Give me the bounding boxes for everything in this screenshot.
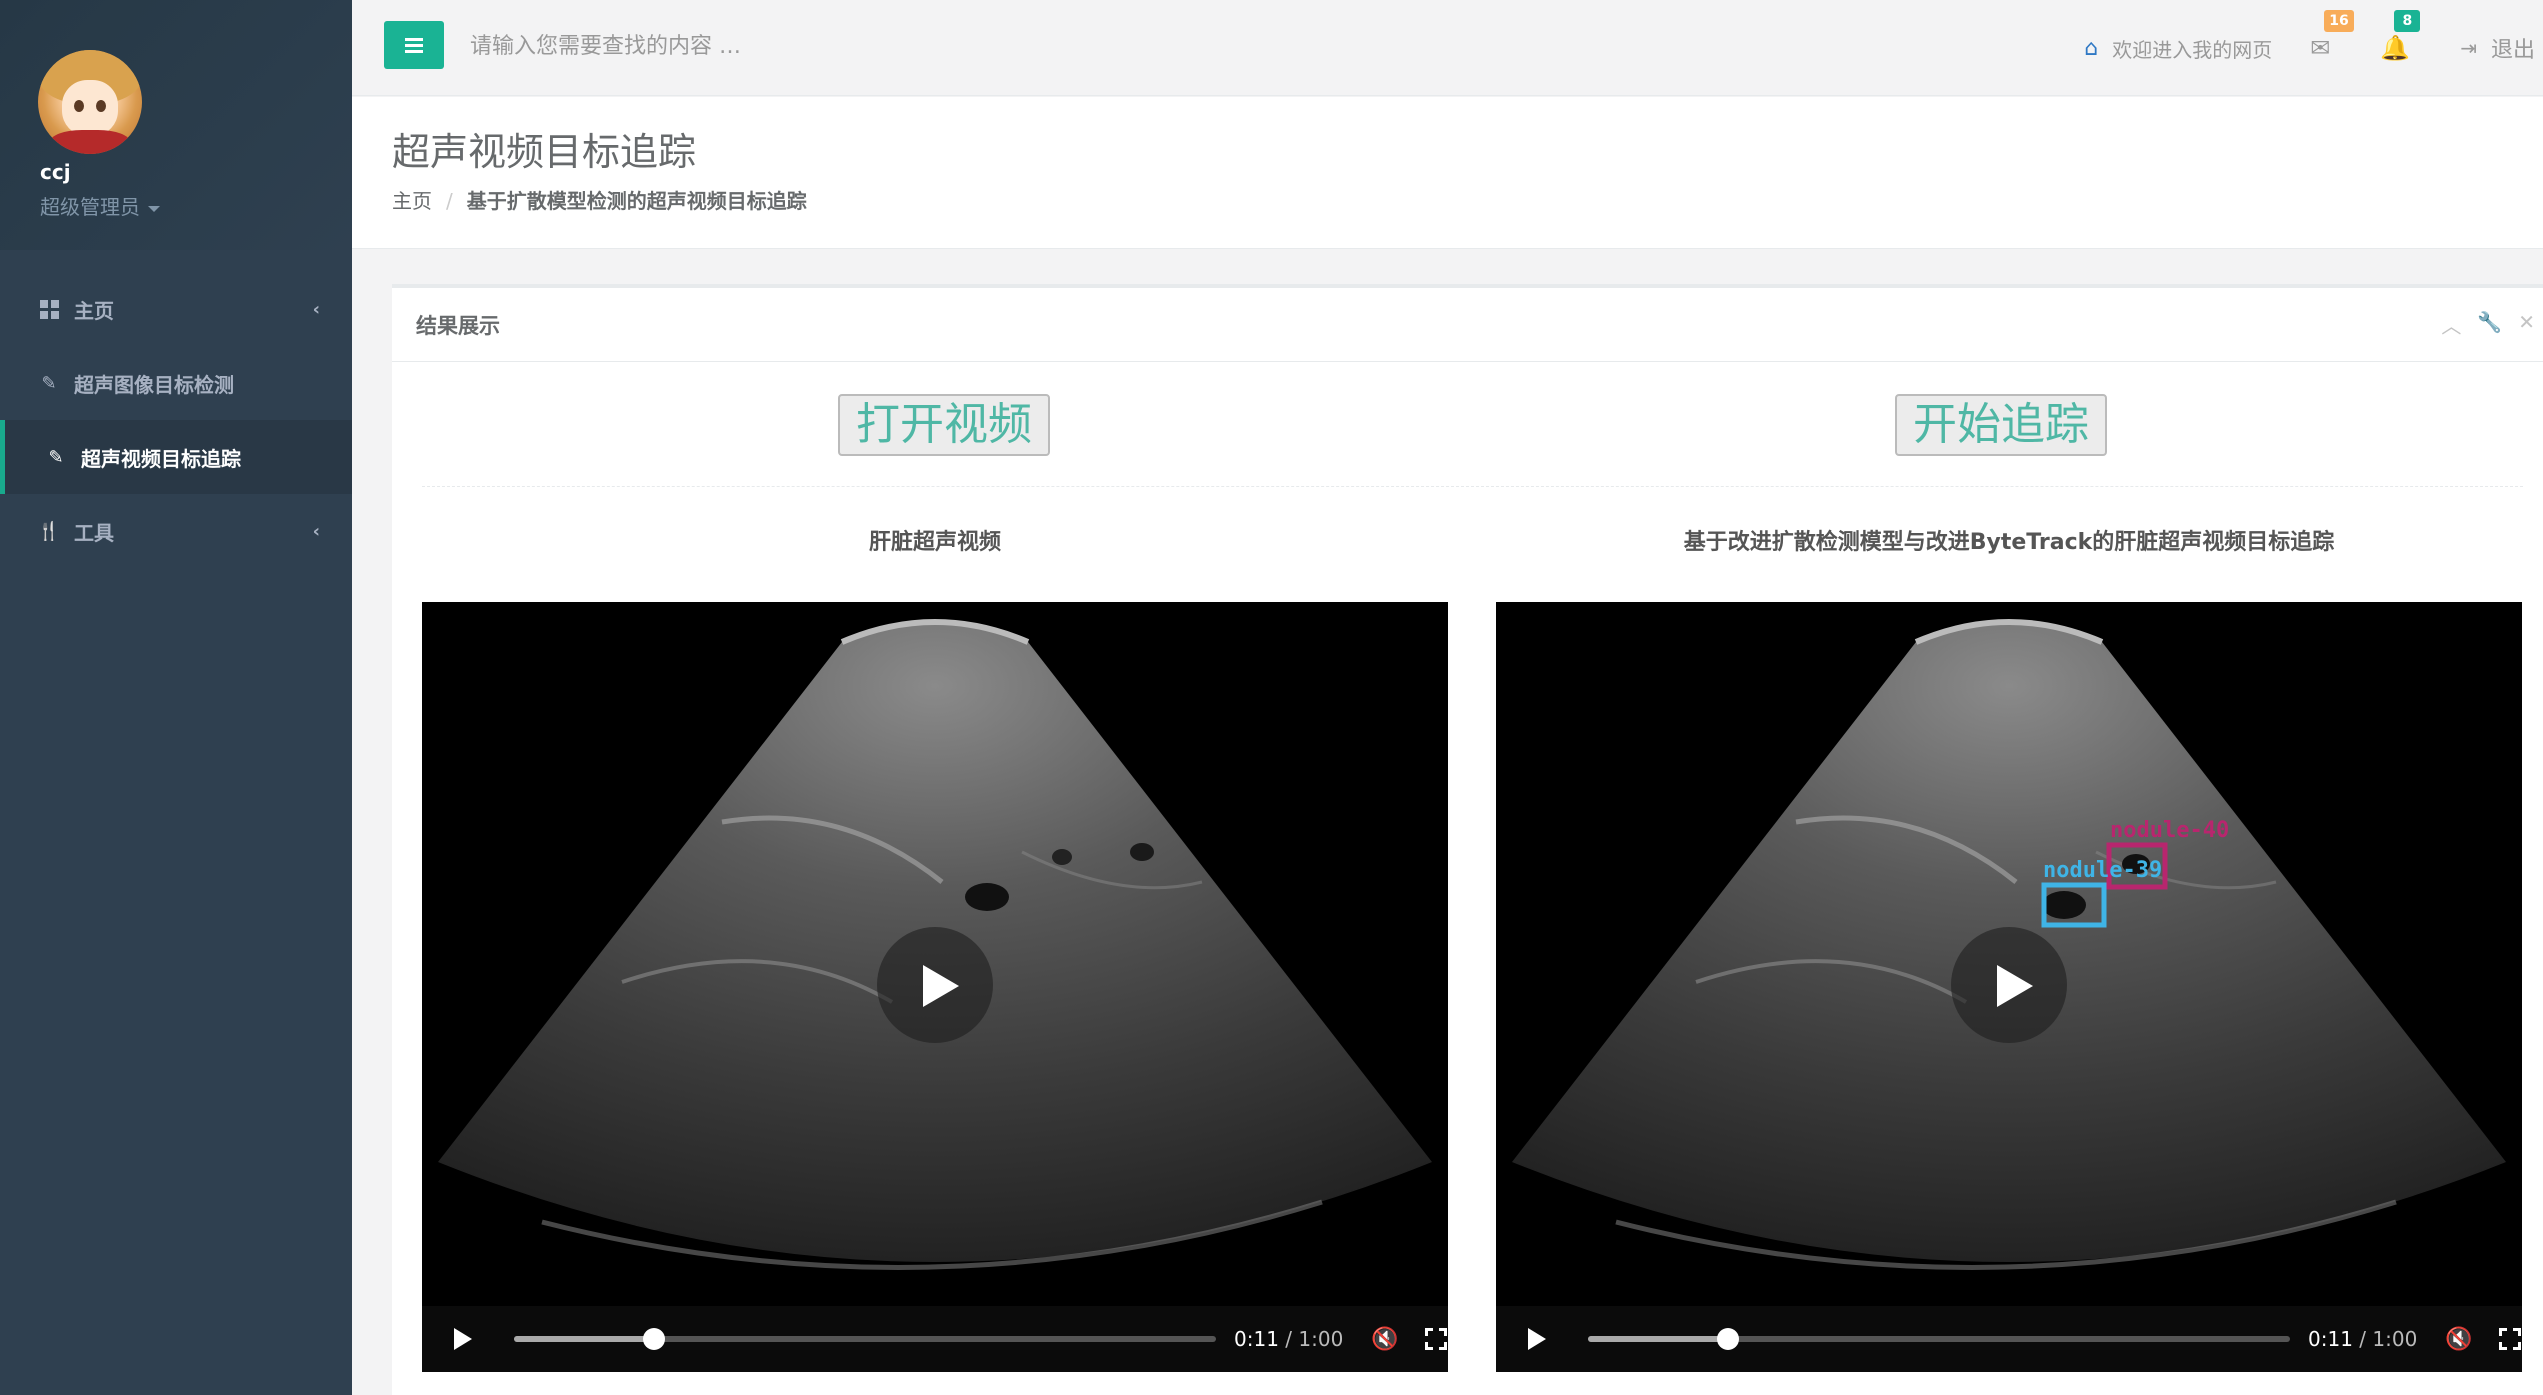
time-display: 0:11 / 1:00 <box>2308 1327 2417 1351</box>
collapse-icon[interactable]: ︿ <box>2441 310 2461 339</box>
sidebar: ccj 超级管理员 主页 ‹ ✎ 超声图像目标检测 ✎ 超声视频目标追踪 🍴 工… <box>0 0 352 1395</box>
profile-section: ccj 超级管理员 <box>0 0 352 250</box>
sidebar-item-label: 工具 <box>74 520 114 545</box>
time-display: 0:11 / 1:00 <box>1234 1327 1343 1351</box>
play-overlay-button[interactable] <box>1951 927 2067 1043</box>
top-right-links: ⌂ 欢迎进入我的网页 ✉ 16 🔔 8 ⇥ 退出 <box>2084 0 2543 96</box>
sidebar-item-label: 超声视频目标追踪 <box>81 446 241 471</box>
breadcrumb-separator: / <box>446 189 453 213</box>
magic-wand-icon: ✎ <box>41 372 57 394</box>
start-tracking-button[interactable]: 开始追踪 <box>1895 394 2107 456</box>
sidebar-item-image-detection[interactable]: ✎ 超声图像目标检测 <box>0 346 352 420</box>
page-heading: 超声视频目标追踪 主页 / 基于扩散模型检测的超声视频目标追踪 <box>352 97 2543 249</box>
detection-label: nodule-39 <box>2043 858 2163 883</box>
page-title: 超声视频目标追踪 <box>392 130 697 174</box>
seek-progress <box>514 1336 655 1342</box>
current-time: 0:11 <box>1234 1327 1279 1351</box>
top-navbar: ⌂ 欢迎进入我的网页 ✉ 16 🔔 8 ⇥ 退出 <box>352 0 2543 96</box>
seek-handle[interactable] <box>643 1328 666 1350</box>
panel-title: 结果展示 <box>416 314 500 338</box>
original-video-player[interactable]: 0:11 / 1:00 🔇 <box>422 602 1448 1372</box>
hamburger-icon <box>405 35 423 56</box>
welcome-text: 欢迎进入我的网页 <box>2112 37 2273 62</box>
volume-muted-icon[interactable]: 🔇 <box>1371 1327 1398 1352</box>
logout-button[interactable]: ⇥ 退出 <box>2460 32 2535 64</box>
sidebar-item-video-tracking[interactable]: ✎ 超声视频目标追踪 <box>0 420 352 494</box>
breadcrumb-current: 基于扩散模型检测的超声视频目标追踪 <box>466 189 807 213</box>
magic-wand-icon: ✎ <box>48 446 64 468</box>
video-controls: 0:11 / 1:00 🔇 <box>1496 1306 2522 1372</box>
duration: / 1:00 <box>2359 1327 2418 1351</box>
duration: / 1:00 <box>1285 1327 1344 1351</box>
notification-count-badge: 8 <box>2394 10 2421 32</box>
current-time: 0:11 <box>2308 1327 2353 1351</box>
seek-slider[interactable] <box>1588 1328 2290 1350</box>
menu-toggle-button[interactable] <box>384 21 444 69</box>
sidebar-item-home[interactable]: 主页 ‹ <box>0 272 352 346</box>
breadcrumb: 主页 / 基于扩散模型检测的超声视频目标追踪 <box>392 185 807 214</box>
right-video-title: 基于改进扩散检测模型与改进ByteTrack的肝脏超声视频目标追踪 <box>1683 530 2335 555</box>
cutlery-icon: 🍴 <box>37 520 61 542</box>
welcome-link[interactable]: ⌂ 欢迎进入我的网页 <box>2084 34 2272 63</box>
sign-out-icon: ⇥ <box>2460 36 2477 60</box>
detection-label: nodule-40 <box>2110 818 2230 843</box>
role-label: 超级管理员 <box>40 195 140 219</box>
notifications-button[interactable]: 🔔 8 <box>2380 10 2421 62</box>
open-video-button[interactable]: 打开视频 <box>838 394 1050 456</box>
tracking-video-player[interactable]: nodule-40 nodule-39 0:11 / 1:00 🔇 <box>1496 602 2522 1372</box>
seek-handle[interactable] <box>1717 1328 1740 1350</box>
sidebar-nav: 主页 ‹ ✎ 超声图像目标检测 ✎ 超声视频目标追踪 🍴 工具 ‹ <box>0 272 352 568</box>
divider <box>422 486 2523 487</box>
avatar[interactable] <box>38 50 142 154</box>
mail-button[interactable]: ✉ 16 <box>2310 10 2354 62</box>
seek-slider[interactable] <box>514 1328 1216 1350</box>
sidebar-item-label: 主页 <box>74 298 114 323</box>
play-icon[interactable] <box>1528 1328 1546 1350</box>
panel-header: 结果展示 ︿ 🔧 ✕ <box>392 288 2543 362</box>
bell-icon: 🔔 <box>2380 34 2411 62</box>
panel-tools: ︿ 🔧 ✕ <box>2441 310 2535 339</box>
envelope-icon: ✉ <box>2310 34 2331 62</box>
left-video-title: 肝脏超声视频 <box>868 530 1001 555</box>
video-controls: 0:11 / 1:00 🔇 <box>422 1306 1448 1372</box>
username: ccj <box>40 160 71 184</box>
logout-label: 退出 <box>2490 38 2535 63</box>
fullscreen-icon[interactable] <box>2498 1328 2521 1350</box>
sidebar-item-label: 超声图像目标检测 <box>74 372 234 397</box>
caret-down-icon <box>148 205 160 212</box>
close-icon[interactable]: ✕ <box>2518 310 2535 339</box>
fullscreen-icon[interactable] <box>1424 1328 1447 1350</box>
play-overlay-button[interactable] <box>877 927 993 1043</box>
wrench-icon[interactable]: 🔧 <box>2477 310 2502 339</box>
home-icon: ⌂ <box>2084 35 2099 61</box>
role-dropdown[interactable]: 超级管理员 <box>40 191 160 220</box>
seek-progress <box>1588 1336 1729 1342</box>
play-icon[interactable] <box>454 1328 472 1350</box>
search-input[interactable] <box>470 26 1070 66</box>
breadcrumb-home[interactable]: 主页 <box>392 189 432 213</box>
mail-count-badge: 16 <box>2324 10 2354 32</box>
results-panel: 结果展示 ︿ 🔧 ✕ 打开视频 开始追踪 肝脏超声视频 基于改进扩散检测模型与改… <box>392 284 2543 1395</box>
grid-icon <box>38 298 60 320</box>
sidebar-item-tools[interactable]: 🍴 工具 ‹ <box>0 494 352 568</box>
chevron-left-icon: ‹ <box>312 299 320 320</box>
chevron-left-icon: ‹ <box>312 521 320 542</box>
volume-muted-icon[interactable]: 🔇 <box>2445 1327 2472 1352</box>
